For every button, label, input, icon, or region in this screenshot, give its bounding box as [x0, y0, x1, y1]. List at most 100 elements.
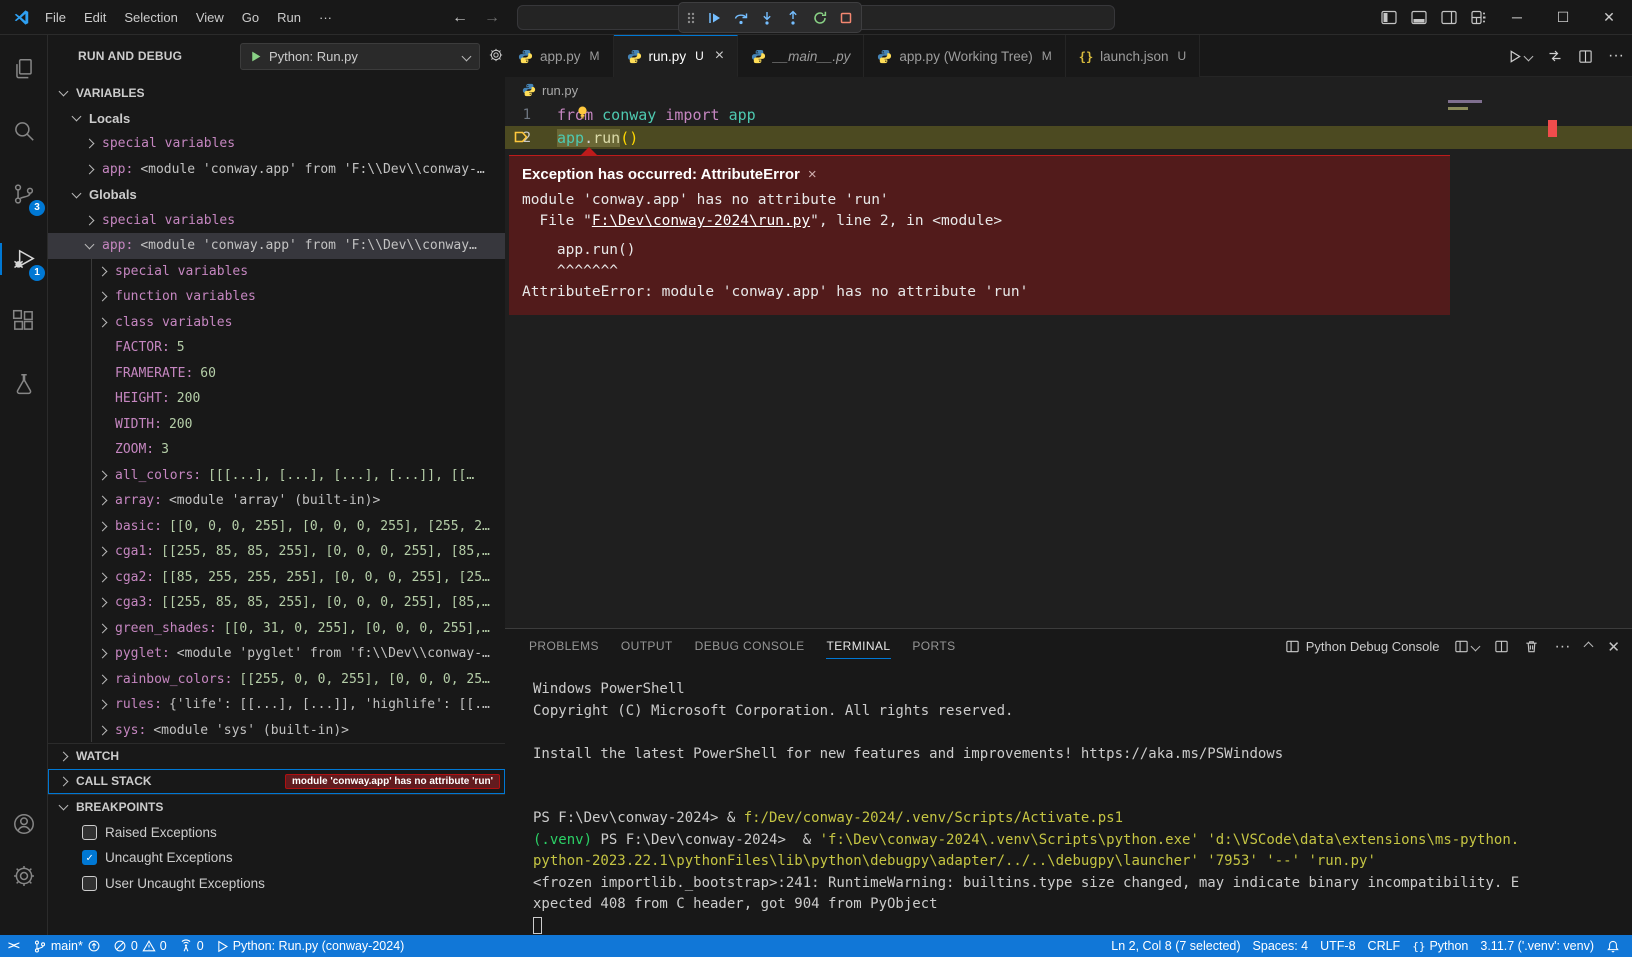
checkbox-unchecked-icon[interactable]: [82, 825, 97, 840]
variable-row[interactable]: cga1:[[255, 85, 85, 255], [0, 0, 0, 255]…: [48, 539, 505, 565]
indentation[interactable]: Spaces: 4: [1247, 935, 1315, 957]
restart-icon[interactable]: [812, 10, 828, 26]
variable-row[interactable]: FACTOR:5: [48, 335, 505, 361]
lightbulb-icon[interactable]: [575, 105, 590, 120]
maximize-icon[interactable]: ☐: [1540, 0, 1586, 35]
step-over-icon[interactable]: [733, 10, 749, 26]
section-header[interactable]: VARIABLES: [48, 80, 505, 106]
forward-icon[interactable]: →: [484, 9, 500, 27]
step-out-icon[interactable]: [785, 10, 801, 26]
checkbox-unchecked-icon[interactable]: [82, 876, 97, 891]
debug-config-dropdown[interactable]: Python: Run.py: [240, 43, 480, 70]
menu-run[interactable]: Run: [268, 0, 310, 35]
variable-row[interactable]: pyglet:<module 'pyglet' from 'f:\\Dev\\c…: [48, 641, 505, 667]
variable-row[interactable]: rules:{'life': [[...], [...]], 'highlife…: [48, 692, 505, 718]
branch-status[interactable]: main*: [27, 935, 107, 957]
close-window-icon[interactable]: ✕: [1586, 0, 1632, 35]
step-into-icon[interactable]: [759, 10, 775, 26]
toggle-panel-icon[interactable]: [1404, 0, 1434, 35]
variable-row[interactable]: special variables: [48, 208, 505, 234]
checkbox-checked-icon[interactable]: ✓: [82, 850, 97, 865]
variable-row[interactable]: rainbow_colors:[[255, 0, 0, 255], [0, 0,…: [48, 667, 505, 693]
panel-tab-output[interactable]: OUTPUT: [610, 629, 684, 664]
breakpoint-checkbox-row[interactable]: User Uncaught Exceptions: [48, 871, 505, 897]
terminal-output[interactable]: Windows PowerShellCopyright (C) Microsof…: [533, 679, 1519, 937]
variable-row[interactable]: class variables: [48, 310, 505, 336]
breakpoint-checkbox-row[interactable]: ✓Uncaught Exceptions: [48, 845, 505, 871]
cursor-position[interactable]: Ln 2, Col 8 (7 selected): [1105, 935, 1246, 957]
remote-indicator[interactable]: ><: [0, 935, 27, 957]
split-editor-icon[interactable]: [1578, 49, 1593, 64]
source-control-icon[interactable]: 3: [0, 170, 47, 218]
terminal-instance[interactable]: Python Debug Console: [1285, 639, 1440, 654]
variable-row[interactable]: sys:<module 'sys' (built-in)>: [48, 718, 505, 744]
notifications-bell-icon[interactable]: [1600, 935, 1626, 957]
toggle-primary-sidebar-icon[interactable]: [1374, 0, 1404, 35]
editor-tab[interactable]: __main__.py: [738, 35, 864, 77]
menu-selection[interactable]: Selection: [115, 0, 186, 35]
variable-row[interactable]: special variables: [48, 259, 505, 285]
menu-edit[interactable]: Edit: [75, 0, 115, 35]
section-header[interactable]: CALL STACKmodule 'conway.app' has no att…: [48, 769, 505, 795]
variable-row[interactable]: array:<module 'array' (built-in)>: [48, 488, 505, 514]
panel-more-icon[interactable]: ···: [1554, 638, 1570, 656]
encoding[interactable]: UTF-8: [1314, 935, 1361, 957]
split-terminal-icon[interactable]: [1494, 639, 1509, 654]
variable-row[interactable]: HEIGHT:200: [48, 386, 505, 412]
variable-row[interactable]: app:<module 'conway.app' from 'F:\\Dev\\…: [48, 233, 505, 259]
variable-row[interactable]: Locals: [48, 106, 505, 132]
menu-go[interactable]: Go: [233, 0, 268, 35]
variable-row[interactable]: WIDTH:200: [48, 412, 505, 438]
drag-grip-icon[interactable]: [686, 10, 696, 26]
settings-gear-icon[interactable]: [0, 852, 47, 900]
eol-sequence[interactable]: CRLF: [1362, 935, 1407, 957]
panel-tab-terminal[interactable]: TERMINAL: [816, 629, 902, 664]
language-mode[interactable]: {}Python: [1406, 935, 1474, 957]
open-changes-icon[interactable]: [1547, 48, 1563, 64]
problems-status[interactable]: 0 0: [107, 935, 173, 957]
run-and-debug-icon[interactable]: 1: [0, 235, 47, 283]
editor-tab[interactable]: app.py (Working Tree)M: [864, 35, 1065, 77]
chevron-up-icon[interactable]: [1584, 642, 1594, 652]
accounts-icon[interactable]: [0, 800, 47, 848]
variable-row[interactable]: FRAMERATE:60: [48, 361, 505, 387]
minimize-icon[interactable]: ─: [1494, 0, 1540, 35]
editor-more-icon[interactable]: ···: [1608, 47, 1624, 65]
variable-row[interactable]: cga3:[[255, 85, 85, 255], [0, 0, 0, 255]…: [48, 590, 505, 616]
variable-row[interactable]: basic:[[0, 0, 0, 255], [0, 0, 0, 255], […: [48, 514, 505, 540]
chevron-down-icon[interactable]: [1471, 642, 1481, 652]
start-debug-icon[interactable]: [249, 50, 262, 63]
breakpoint-checkbox-row[interactable]: Raised Exceptions: [48, 820, 505, 846]
variable-row[interactable]: green_shades:[[0, 31, 0, 255], [0, 0, 0,…: [48, 616, 505, 642]
stop-icon[interactable]: [838, 10, 854, 26]
editor-tab[interactable]: run.pyU×: [614, 35, 739, 77]
close-icon[interactable]: ×: [808, 166, 817, 183]
variable-row[interactable]: Globals: [48, 182, 505, 208]
python-interpreter[interactable]: 3.11.7 ('.venv': venv): [1474, 935, 1600, 957]
section-header[interactable]: WATCH: [48, 743, 505, 769]
variable-row[interactable]: cga2:[[85, 255, 255, 255], [0, 0, 0, 255…: [48, 565, 505, 591]
editor-tab[interactable]: {}launch.jsonU: [1066, 35, 1200, 77]
menu-view[interactable]: View: [187, 0, 233, 35]
toggle-secondary-sidebar-icon[interactable]: [1434, 0, 1464, 35]
testing-icon[interactable]: [0, 360, 47, 408]
variable-row[interactable]: special variables: [48, 131, 505, 157]
section-header[interactable]: BREAKPOINTS: [48, 794, 505, 820]
variable-row[interactable]: function variables: [48, 284, 505, 310]
close-icon[interactable]: ×: [715, 47, 724, 65]
variable-row[interactable]: ZOOM:3: [48, 437, 505, 463]
close-panel-icon[interactable]: ✕: [1607, 638, 1620, 656]
chevron-down-icon[interactable]: [1524, 51, 1534, 61]
customize-layout-icon[interactable]: [1464, 0, 1494, 35]
launch-profile-icon[interactable]: [1454, 639, 1479, 654]
menu-file[interactable]: File: [36, 0, 75, 35]
extensions-icon[interactable]: [0, 297, 47, 345]
debug-settings-gear-icon[interactable]: [488, 47, 504, 63]
editor-tab[interactable]: app.pyM: [505, 35, 614, 77]
search-icon[interactable]: [0, 107, 47, 155]
variable-row[interactable]: app:<module 'conway.app' from 'F:\\Dev\\…: [48, 157, 505, 183]
traceback-file-link[interactable]: F:\Dev\conway-2024\run.py: [592, 213, 810, 229]
panel-tab-debug-console[interactable]: DEBUG CONSOLE: [684, 629, 816, 664]
continue-icon[interactable]: [706, 10, 722, 26]
ports-status[interactable]: 0: [173, 935, 210, 957]
